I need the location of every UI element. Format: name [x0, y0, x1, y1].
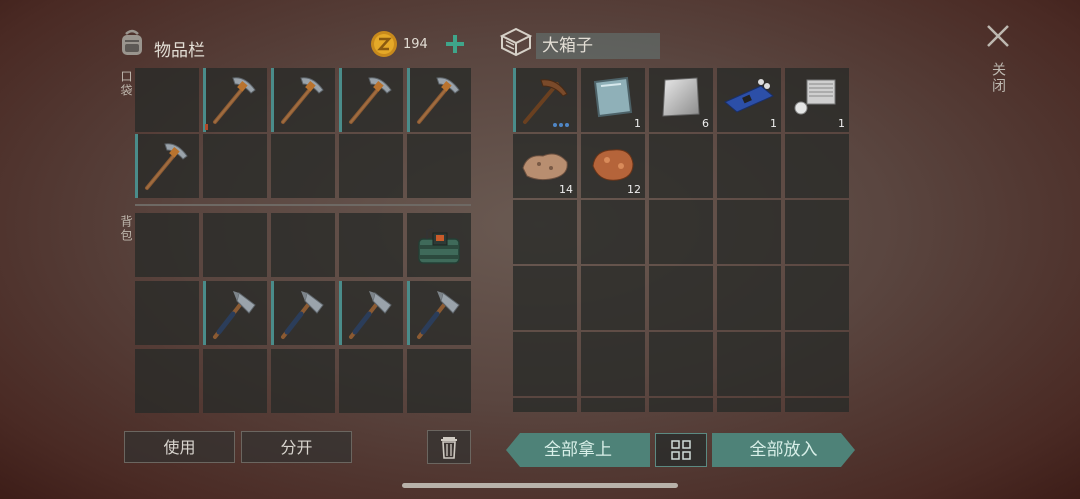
chest-slot-24[interactable]: [717, 332, 781, 396]
pocket-slot-5[interactable]: [407, 68, 471, 132]
chest-slot-15[interactable]: [785, 200, 849, 264]
backpack-slot-5[interactable]: [407, 213, 471, 277]
split-button[interactable]: 分开: [241, 431, 352, 463]
take-all-label: 全部拿上: [544, 440, 612, 460]
chest-slot-5[interactable]: 1: [785, 68, 849, 132]
take-all-button[interactable]: 全部拿上: [506, 433, 650, 467]
pocket-slot-4[interactable]: [339, 68, 403, 132]
chest-title: 大箱子: [542, 36, 593, 56]
chest-slot-20[interactable]: [785, 266, 849, 330]
durability-bar: [205, 124, 208, 130]
backpack-slot-3[interactable]: [271, 213, 335, 277]
chest-slot-30[interactable]: [785, 398, 849, 412]
item-count: 6: [702, 117, 709, 130]
coin-icon: [370, 30, 398, 58]
quality-dots: [553, 123, 569, 127]
backpack-slot-15[interactable]: [407, 349, 471, 413]
pocket-label: 口袋: [119, 70, 133, 98]
backpack-slot-11[interactable]: [135, 349, 199, 413]
pocket-slot-9[interactable]: [339, 134, 403, 198]
pocket-slot-8[interactable]: [271, 134, 335, 198]
pickaxe-icon: [281, 75, 325, 124]
chest-slot-25[interactable]: [785, 332, 849, 396]
chest-slot-19[interactable]: [717, 266, 781, 330]
close-button[interactable]: 关闭: [980, 22, 1016, 102]
section-divider: [135, 204, 471, 206]
chest-slot-29[interactable]: [717, 398, 781, 412]
chest-slot-1[interactable]: [513, 68, 577, 132]
use-button[interactable]: 使用: [124, 431, 235, 463]
axe-icon: [271, 281, 335, 345]
chest-slot-26[interactable]: [513, 398, 577, 412]
pickaxe-icon: [349, 75, 393, 124]
pocket-slot-2[interactable]: [203, 68, 267, 132]
item-count: 14: [559, 183, 573, 196]
backpack-slot-14[interactable]: [339, 349, 403, 413]
plus-icon: [446, 35, 464, 53]
backpack-slot-6[interactable]: [135, 281, 199, 345]
item-count: 1: [838, 117, 845, 130]
chest-slot-3[interactable]: 6: [649, 68, 713, 132]
backpack-label: 背包: [119, 215, 133, 243]
item-count: 1: [634, 117, 641, 130]
chest-slot-13[interactable]: [649, 200, 713, 264]
put-all-button[interactable]: 全部放入: [712, 433, 855, 467]
backpack-slot-13[interactable]: [271, 349, 335, 413]
backpack-slot-12[interactable]: [203, 349, 267, 413]
pocket-slot-7[interactable]: [203, 134, 267, 198]
pocket-slot-6[interactable]: [135, 134, 199, 198]
explosive-charge-icon: [418, 228, 460, 264]
backpack-slot-10[interactable]: [407, 281, 471, 345]
chest-slot-23[interactable]: [649, 332, 713, 396]
backpack-slot-2[interactable]: [203, 213, 267, 277]
pickaxe-icon: [213, 75, 257, 124]
trash-icon: [441, 437, 457, 459]
chest-slot-21[interactable]: [513, 332, 577, 396]
backpack-slot-9[interactable]: [339, 281, 403, 345]
pocket-slot-10[interactable]: [407, 134, 471, 198]
chest-slot-8[interactable]: [649, 134, 713, 198]
chest-slot-28[interactable]: [649, 398, 713, 412]
chest-slot-18[interactable]: [649, 266, 713, 330]
backpack-slot-4[interactable]: [339, 213, 403, 277]
chest-slot-9[interactable]: [717, 134, 781, 198]
chest-slot-10[interactable]: [785, 134, 849, 198]
inventory-title: 物品栏: [154, 41, 205, 61]
chest-slot-22[interactable]: [581, 332, 645, 396]
chest-slot-27[interactable]: [581, 398, 645, 412]
chest-slot-14[interactable]: [717, 200, 781, 264]
grid-sort-icon: [671, 440, 691, 460]
close-icon: [987, 25, 1009, 47]
chest-name-field[interactable]: 大箱子: [536, 33, 660, 59]
item-count: 1: [770, 117, 777, 130]
chest-slot-16[interactable]: [513, 266, 577, 330]
trash-button[interactable]: [427, 430, 471, 464]
chest-slot-6[interactable]: 14: [513, 134, 577, 198]
backpack-icon: [116, 26, 148, 58]
chest-slot-2[interactable]: 1: [581, 68, 645, 132]
pocket-slot-1[interactable]: [135, 68, 199, 132]
item-count: 12: [627, 183, 641, 196]
put-all-label: 全部放入: [749, 440, 818, 460]
coin-count: 194: [403, 37, 428, 52]
chest-slot-11[interactable]: [513, 200, 577, 264]
backpack-slot-8[interactable]: [271, 281, 335, 345]
chest-slot-17[interactable]: [581, 266, 645, 330]
sort-button[interactable]: [655, 433, 707, 467]
pocket-slot-3[interactable]: [271, 68, 335, 132]
axe-icon: [203, 281, 267, 345]
pickaxe-icon: [145, 141, 189, 190]
backpack-slot-7[interactable]: [203, 281, 267, 345]
close-label: 关闭: [990, 62, 1006, 94]
chest-slot-4[interactable]: 1: [717, 68, 781, 132]
chest-slot-7[interactable]: 12: [581, 134, 645, 198]
add-coins-button[interactable]: [443, 32, 467, 56]
home-indicator: [402, 483, 678, 488]
box-icon: [498, 26, 534, 58]
backpack-slot-1[interactable]: [135, 213, 199, 277]
chest-slot-12[interactable]: [581, 200, 645, 264]
axe-icon: [339, 281, 403, 345]
pickaxe-icon: [417, 75, 461, 124]
axe-icon: [407, 281, 471, 345]
